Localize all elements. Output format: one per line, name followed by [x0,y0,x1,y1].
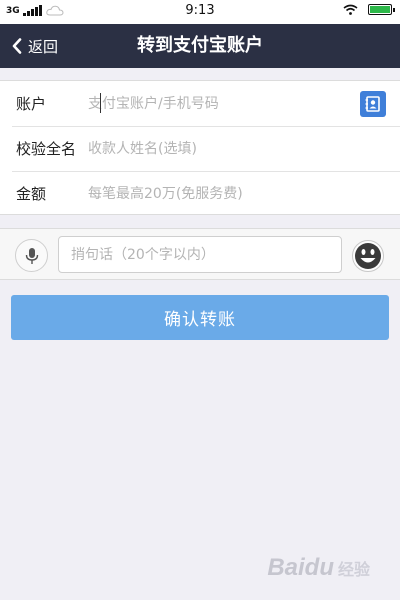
watermark-sub: 经验 [337,562,370,579]
verify-name-row: 校验全名 [0,126,400,171]
back-label: 返回 [28,37,59,56]
amount-label: 金额 [16,185,47,203]
message-input[interactable] [58,236,342,273]
back-button[interactable]: 返回 [12,24,58,68]
amount-input[interactable] [88,173,400,214]
emoji-icon [351,239,384,272]
confirm-transfer-button[interactable]: 确认转账 [11,295,389,340]
verify-name-label: 校验全名 [16,140,77,158]
status-bar: 3G 9:13 [0,0,400,24]
status-right [343,4,395,15]
account-label: 账户 [16,95,47,113]
text-cursor [100,93,101,113]
battery-icon [368,4,395,15]
baidu-watermark: Baidu 经验 [267,554,370,582]
nav-bar: 返回 转到支付宝账户 [0,24,400,68]
watermark-brand: Baidu [267,554,334,581]
contact-book-icon [365,95,380,112]
wifi-icon [343,4,358,15]
back-chevron-icon [12,38,22,54]
message-bar [0,228,400,280]
contact-book-button[interactable] [360,90,386,117]
amount-row: 金额 [0,171,400,216]
voice-button[interactable] [15,239,48,272]
microphone-icon [25,247,38,264]
page-title: 转到支付宝账户 [137,35,263,56]
status-time: 9:13 [185,3,215,18]
transfer-form: 账户 校验全名 金额 [0,80,400,215]
account-input[interactable] [88,83,360,124]
emoji-button[interactable] [350,238,385,273]
battery-fill [370,6,390,13]
verify-name-input[interactable] [88,128,400,169]
account-row: 账户 [0,81,400,126]
